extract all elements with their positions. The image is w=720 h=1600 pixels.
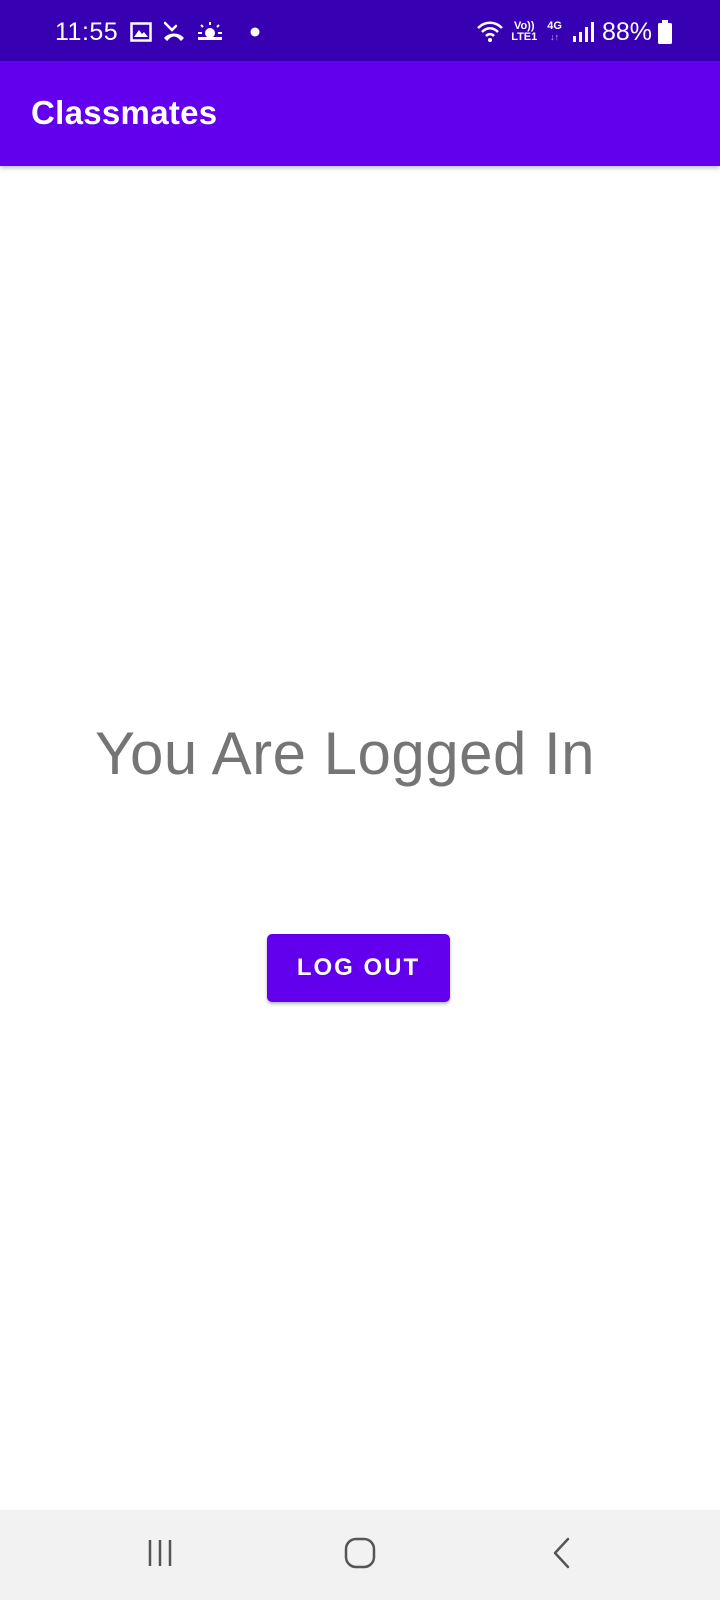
status-left-icons [130, 18, 260, 46]
volte-bottom-label: LTE1 [511, 31, 538, 43]
back-icon [550, 1536, 574, 1575]
status-right-icons: Vo)) LTE1 4G ↓↑ 88% [475, 14, 672, 50]
app-bar: Classmates [0, 61, 720, 166]
app-title: Classmates [31, 94, 218, 131]
home-button[interactable] [330, 1532, 390, 1578]
network-type-label: 4G [547, 20, 562, 32]
wifi-icon [475, 20, 505, 44]
network-arrows: ↓↑ [550, 32, 560, 42]
logout-button[interactable]: LOG OUT [267, 934, 450, 1002]
recents-icon [145, 1538, 175, 1573]
screen: 11:55 Vo)) LTE1 4G ↓↑ 88% Classmates You… [0, 0, 720, 1600]
back-button[interactable] [532, 1532, 592, 1578]
navigation-bar [0, 1510, 720, 1600]
home-icon [343, 1536, 377, 1575]
weather-icon [196, 21, 224, 43]
gallery-icon [130, 22, 152, 42]
missed-call-icon [162, 20, 186, 44]
battery-icon [658, 20, 672, 44]
status-bar: 11:55 Vo)) LTE1 4G ↓↑ 88% [0, 0, 720, 61]
logged-in-message: You Are Logged In [94, 720, 596, 787]
network-type-indicator: 4G ↓↑ [547, 21, 562, 43]
status-time: 11:55 [55, 18, 119, 46]
battery-percent: 88% [601, 18, 652, 46]
volte-indicator: Vo)) LTE1 [511, 21, 537, 43]
recents-button[interactable] [130, 1532, 190, 1578]
signal-icon [572, 21, 594, 43]
notification-dot-icon [250, 27, 260, 37]
